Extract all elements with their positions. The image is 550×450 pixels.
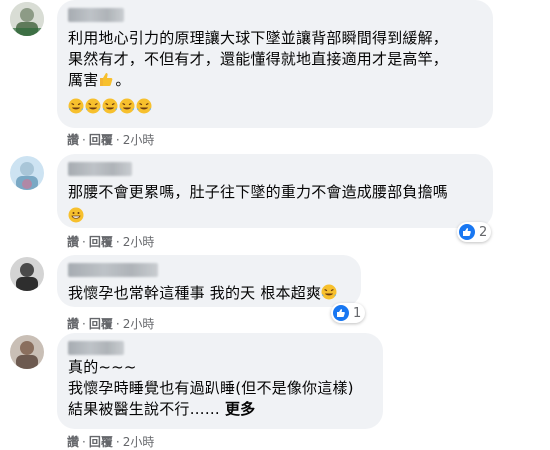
separator-dot: · <box>115 235 120 249</box>
separator-dot: · <box>82 317 86 331</box>
like-reaction-icon <box>333 305 349 321</box>
comment-bubble: 真的~~~ 我懷孕時睡覺也有過趴睡(但不是像你這樣) 結果被醫生說不行…… 更多 <box>57 333 383 429</box>
emoji-row <box>68 97 481 115</box>
separator-dot: · <box>115 133 120 147</box>
rofl-emoji-icon <box>119 98 135 114</box>
commenter-name-redacted[interactable] <box>68 263 158 277</box>
comment-text: 真的~~~ 我懷孕時睡覺也有過趴睡(但不是像你這樣) 結果被醫生說不行…… 更多 <box>68 358 354 418</box>
rofl-emoji-icon <box>85 98 101 114</box>
comment-actions: 讚 · 回覆 · 2小時 <box>67 316 154 332</box>
like-link[interactable]: 讚 <box>67 132 79 148</box>
reply-link[interactable]: 回覆 <box>89 132 113 148</box>
reply-link[interactable]: 回覆 <box>89 316 113 332</box>
avatar-image <box>10 2 44 36</box>
reaction-count: 2 <box>479 224 488 240</box>
comment-text: 我懷孕也常幹這種事 我的天 根本超爽 <box>68 283 349 304</box>
reply-link[interactable]: 回覆 <box>89 434 113 450</box>
avatar[interactable] <box>10 156 44 190</box>
rofl-emoji-icon <box>102 98 118 114</box>
timestamp-link[interactable]: 2小時 <box>123 132 155 148</box>
separator-dot: · <box>82 435 86 449</box>
rofl-emoji-icon <box>136 98 152 114</box>
commenter-name-redacted[interactable] <box>68 8 124 22</box>
comment-bubble: 利用地心引力的原理讓大球下墜並讓背部瞬間得到緩解， 果然有才，不但有才，還能懂得… <box>57 0 493 128</box>
reaction-count-badge[interactable]: 2 <box>457 222 492 242</box>
commenter-name-redacted[interactable] <box>68 341 124 355</box>
commenter-name-redacted[interactable] <box>68 162 132 176</box>
comment-actions: 讚 · 回覆 · 2小時 <box>67 132 154 148</box>
reaction-count-badge[interactable]: 1 <box>331 303 366 323</box>
timestamp-link[interactable]: 2小時 <box>123 434 155 450</box>
separator-dot: · <box>115 317 120 331</box>
avatar-image <box>10 156 44 190</box>
rofl-emoji-icon <box>321 284 337 300</box>
emoji-row <box>68 206 481 224</box>
comment-thread: 利用地心引力的原理讓大球下墜並讓背部瞬間得到緩解， 果然有才，不但有才，還能懂得… <box>0 0 550 450</box>
separator-dot: · <box>82 235 86 249</box>
like-link[interactable]: 讚 <box>67 316 79 332</box>
comment-bubble: 我懷孕也常幹這種事 我的天 根本超爽 <box>57 255 361 307</box>
avatar-image <box>10 335 44 369</box>
like-link[interactable]: 讚 <box>67 234 79 250</box>
grin-emoji-icon <box>68 207 84 223</box>
avatar-image <box>10 257 44 291</box>
comment-text: 那腰不會更累嗎，肚子往下墜的重力不會造成腰部負擔嗎 <box>68 183 449 201</box>
avatar[interactable] <box>10 335 44 369</box>
comment-bubble: 那腰不會更累嗎，肚子往下墜的重力不會造成腰部負擔嗎 <box>57 154 493 228</box>
like-reaction-icon <box>459 224 475 240</box>
reaction-count: 1 <box>353 305 362 321</box>
timestamp-link[interactable]: 2小時 <box>123 316 155 332</box>
comment-actions: 讚 · 回覆 · 2小時 <box>67 434 154 450</box>
comment-actions: 讚 · 回覆 · 2小時 <box>67 234 154 250</box>
avatar[interactable] <box>10 2 44 36</box>
rofl-emoji-icon <box>68 98 84 114</box>
like-link[interactable]: 讚 <box>67 434 79 450</box>
see-more-link[interactable]: 更多 <box>225 400 255 418</box>
separator-dot: · <box>115 435 120 449</box>
separator-dot: · <box>82 133 86 147</box>
avatar[interactable] <box>10 257 44 291</box>
timestamp-link[interactable]: 2小時 <box>123 234 155 250</box>
reply-link[interactable]: 回覆 <box>89 234 113 250</box>
thumbs-up-icon <box>98 71 114 87</box>
comment-text: 利用地心引力的原理讓大球下墜並讓背部瞬間得到緩解， 果然有才，不但有才，還能懂得… <box>68 29 449 89</box>
